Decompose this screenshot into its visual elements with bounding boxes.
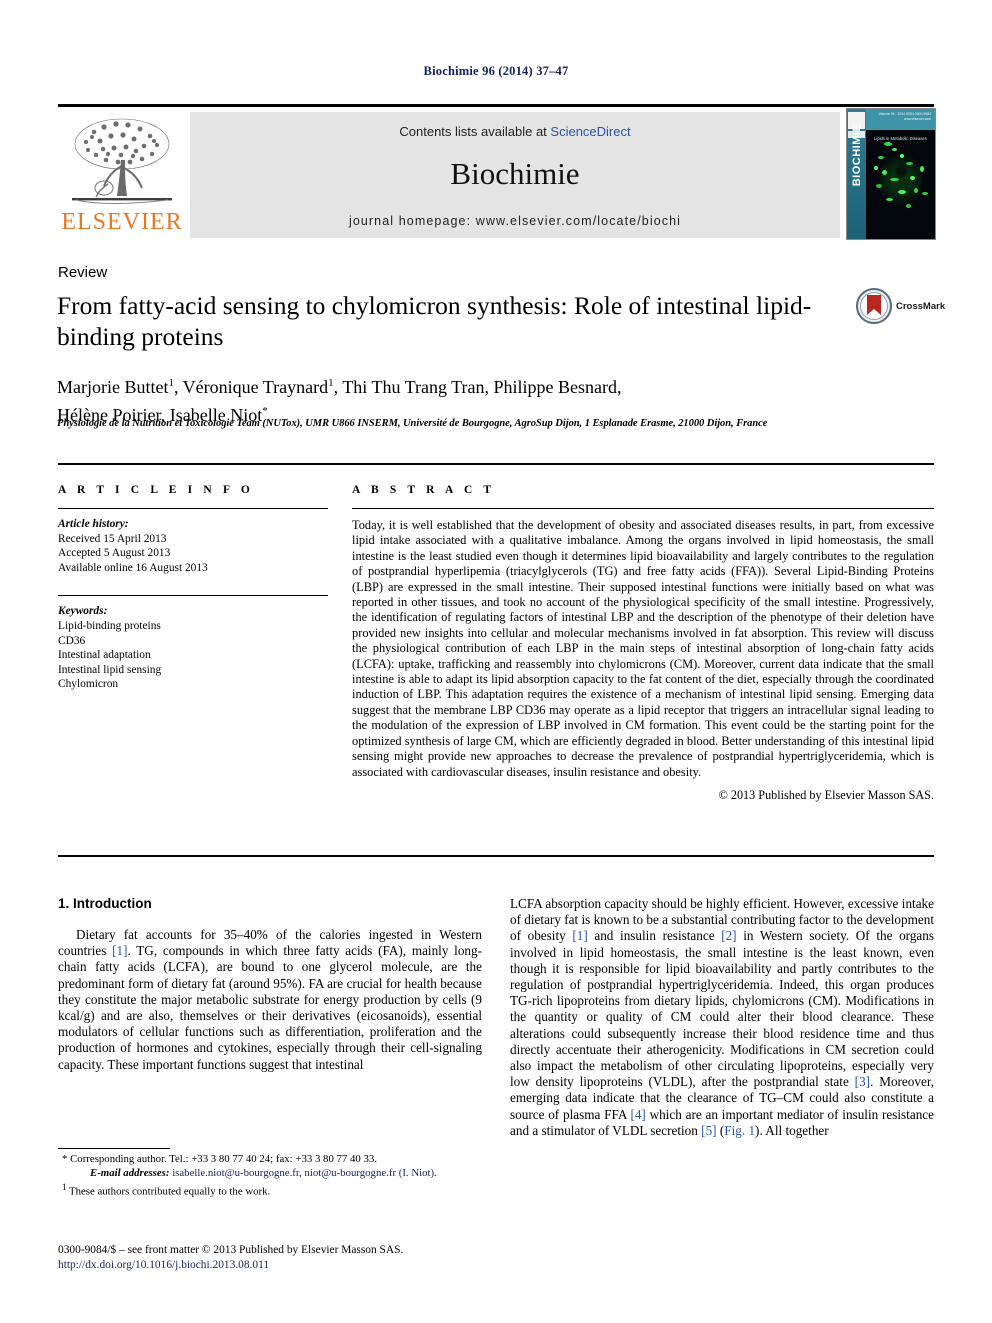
intro-paragraph-left: Dietary fat accounts for 35–40% of the c… [58, 927, 482, 1073]
right-text-7: ). All together [755, 1122, 829, 1138]
cover-image: Lipids in Metabolic Diseases [866, 130, 935, 239]
contents-list-line: Contents lists available at ScienceDirec… [190, 124, 840, 139]
intro-text-2: . TG, compounds in which three fatty aci… [58, 943, 483, 1072]
abstract-heading: A B S T R A C T [352, 484, 496, 496]
footnote-asterisk-mark: * [62, 1153, 68, 1165]
info-block-bottom-rule [58, 855, 934, 857]
article-history-group: Article history: Received 15 April 2013 … [58, 517, 328, 575]
elsevier-wordmark: ELSEVIER [61, 209, 183, 235]
citation-ref-3[interactable]: [3] [855, 1074, 870, 1089]
contents-prefix: Contents lists available at [399, 124, 551, 139]
email-addresses[interactable]: isabelle.niot@u-bourgogne.fr, niot@u-bou… [172, 1167, 437, 1179]
intro-paragraph-right: LCFA absorption capacity should be highl… [510, 896, 934, 1139]
article-type-label: Review [58, 264, 108, 281]
keywords-group: Keywords: Lipid-binding proteins CD36 In… [58, 604, 328, 692]
history-item: Received 15 April 2013 [58, 532, 167, 545]
abstract-column: A B S T R A C T Today, it is well establ… [352, 484, 934, 803]
footnote-number-mark: 1 [62, 1182, 67, 1192]
keywords-rule [58, 595, 328, 597]
right-text-3: in Western society. Of the organs involv… [510, 928, 934, 1090]
footnote-rule [58, 1148, 170, 1149]
keywords-label: Keywords: [58, 605, 108, 618]
journal-banner: ELSEVIER Contents lists available at Sci… [58, 104, 936, 240]
banner-top-rule [58, 104, 934, 107]
issn-front-matter: 0300-9084/$ – see front matter © 2013 Pu… [58, 1244, 404, 1256]
crossmark-badge[interactable]: CrossMark [856, 288, 945, 330]
citation-ref-1b[interactable]: [1] [572, 928, 587, 943]
right-text-2: and insulin resistance [587, 928, 722, 944]
elsevier-tree-icon [72, 118, 172, 204]
cover-volume-text: Volume 96 . 2014 ISSN 0300-9084 www.else… [878, 112, 931, 121]
banner-center: Contents lists available at ScienceDirec… [190, 112, 840, 238]
keyword-item: Intestinal lipid sensing [58, 663, 162, 676]
keyword-item: Lipid-binding proteins [58, 619, 161, 632]
copyright-block: 0300-9084/$ – see front matter © 2013 Pu… [58, 1243, 498, 1273]
footnotes-block: * Corresponding author. Tel.: +33 3 80 7… [58, 1152, 488, 1199]
keyword-item: Chylomicron [58, 678, 119, 691]
history-item: Accepted 5 August 2013 [58, 547, 171, 560]
footnote-email: E-mail addresses: isabelle.niot@u-bourgo… [58, 1166, 488, 1180]
elsevier-logo: ELSEVIER [58, 112, 186, 238]
cover-caption: Lipids in Metabolic Diseases [874, 136, 927, 141]
article-info-column: A R T I C L E I N F O Article history: R… [58, 484, 328, 692]
citation-ref-4[interactable]: [4] [630, 1107, 645, 1122]
doi-link[interactable]: http://dx.doi.org/10.1016/j.biochi.2013.… [58, 1258, 498, 1273]
cover-spine: BIOCHIMIE [847, 109, 866, 239]
citation-ref-5[interactable]: [5] [701, 1123, 716, 1138]
body-column-left: 1. Introduction Dietary fat accounts for… [58, 896, 482, 1073]
info-block-top-rule [58, 463, 934, 465]
paper-page: Biochimie 96 (2014) 37–47 ELSEVIER Conte… [0, 0, 992, 1323]
citation-ref-1[interactable]: [1] [112, 943, 127, 958]
keyword-item: Intestinal adaptation [58, 649, 151, 662]
cover-spine-title: BIOCHIMIE [851, 123, 863, 187]
footnote-equal-contribution: 1 These authors contributed equally to t… [58, 1180, 488, 1199]
figure-ref-1[interactable]: Fig. 1 [724, 1123, 755, 1138]
journal-title: Biochimie [450, 156, 580, 191]
journal-homepage-link[interactable]: journal homepage: www.elsevier.com/locat… [190, 214, 840, 228]
abstract-text: Today, it is well established that the d… [352, 518, 934, 779]
history-item: Available online 16 August 2013 [58, 561, 208, 574]
section-heading-introduction: 1. Introduction [58, 896, 152, 911]
crossmark-icon [856, 288, 892, 324]
footnote-corresponding-text: Corresponding author. Tel.: +33 3 80 77 … [70, 1153, 378, 1165]
article-info-heading: A R T I C L E I N F O [58, 484, 254, 496]
abstract-heading-rule [352, 508, 934, 509]
journal-cover-thumbnail: Lipids in Metabolic Diseases Volume 96 .… [846, 108, 936, 240]
info-heading-rule [58, 508, 328, 509]
affiliation: Physiologie de la Nutrition et Toxicolog… [57, 418, 768, 429]
crossmark-label: CrossMark [896, 301, 946, 312]
citation-ref-2[interactable]: [2] [721, 928, 736, 943]
running-head: Biochimie 96 (2014) 37–47 [423, 64, 569, 78]
keyword-item: CD36 [58, 634, 86, 647]
footnote-corresponding-author: * Corresponding author. Tel.: +33 3 80 7… [58, 1152, 488, 1166]
email-label: E-mail addresses: [90, 1167, 170, 1179]
footnote-equal-text: These authors contributed equally to the… [69, 1185, 271, 1198]
cover-header-band: Volume 96 . 2014 ISSN 0300-9084 www.else… [866, 109, 935, 130]
body-column-right: LCFA absorption capacity should be highl… [510, 896, 934, 1139]
abstract-copyright: © 2013 Published by Elsevier Masson SAS. [718, 787, 934, 802]
sciencedirect-link[interactable]: ScienceDirect [550, 124, 630, 139]
article-history-label: Article history: [58, 518, 129, 530]
page-title: From fatty-acid sensing to chylomicron s… [57, 291, 812, 351]
